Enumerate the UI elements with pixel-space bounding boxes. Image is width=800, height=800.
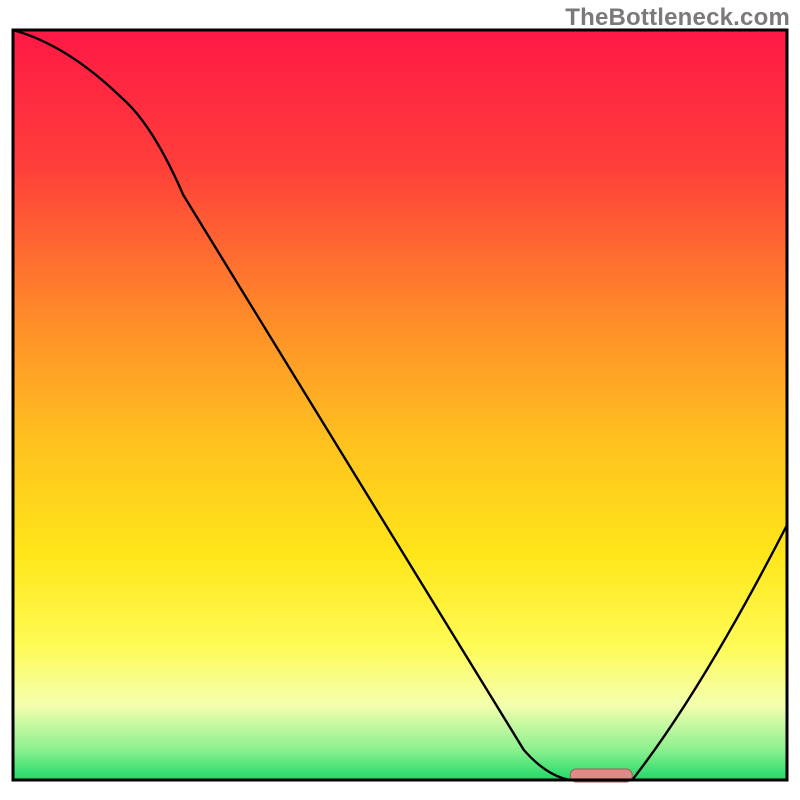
plot-background xyxy=(13,30,787,780)
chart-svg xyxy=(0,0,800,800)
watermark-text: TheBottleneck.com xyxy=(565,4,790,32)
chart-stage: TheBottleneck.com xyxy=(0,0,800,800)
